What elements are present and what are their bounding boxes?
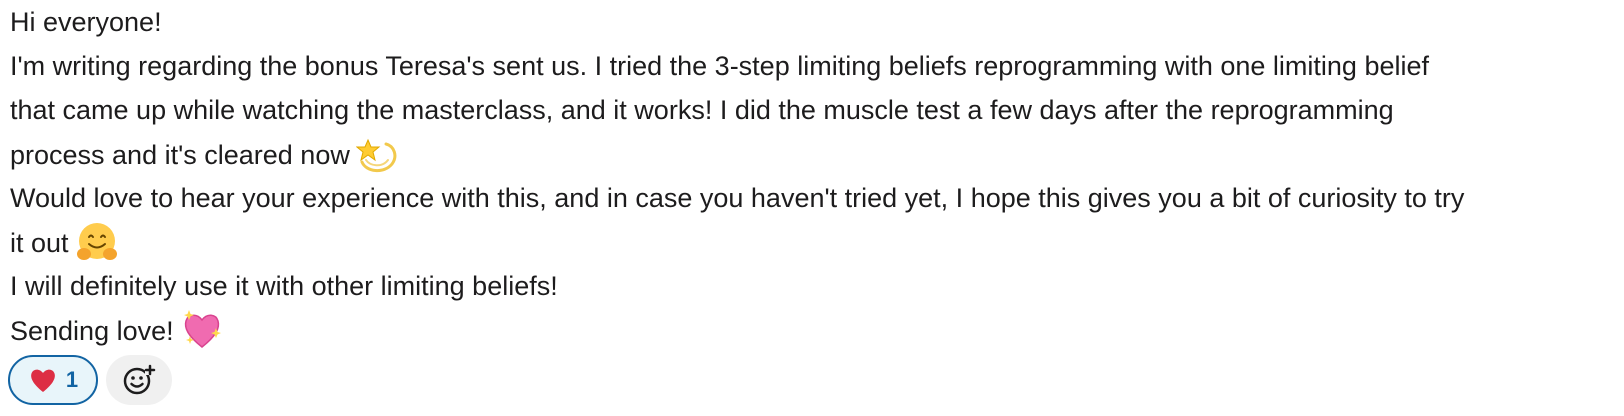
red-heart-emoji <box>28 365 58 395</box>
message-body: Hi everyone! I'm writing regarding the b… <box>10 0 1614 352</box>
sparkling-heart-emoji <box>180 308 224 352</box>
reaction-heart-button[interactable]: 1 <box>8 355 98 405</box>
message-line-1: Hi everyone! <box>10 7 162 37</box>
add-emoji-icon <box>122 363 156 397</box>
hugging-face-emoji <box>75 220 119 264</box>
dizzy-star-emoji <box>355 132 400 176</box>
reaction-count: 1 <box>65 367 79 392</box>
add-reaction-button[interactable] <box>106 355 172 405</box>
message-line-3: that came up while watching the mastercl… <box>10 95 1394 125</box>
reactions-bar: 1 <box>8 355 172 405</box>
message-line-4: process and it's cleared now <box>10 132 1614 176</box>
message-line-5: Would love to hear your experience with … <box>10 183 1465 213</box>
message-line-7: I will definitely use it with other limi… <box>10 271 558 301</box>
message-line-6: it out <box>10 220 1614 264</box>
message-line-8: Sending love! <box>10 308 1614 352</box>
message-line-4-text: process and it's cleared now <box>10 140 350 170</box>
message-line-8-text: Sending love! <box>10 316 174 346</box>
message-line-2: I'm writing regarding the bonus Teresa's… <box>10 51 1429 81</box>
message-line-6-text: it out <box>10 228 69 258</box>
